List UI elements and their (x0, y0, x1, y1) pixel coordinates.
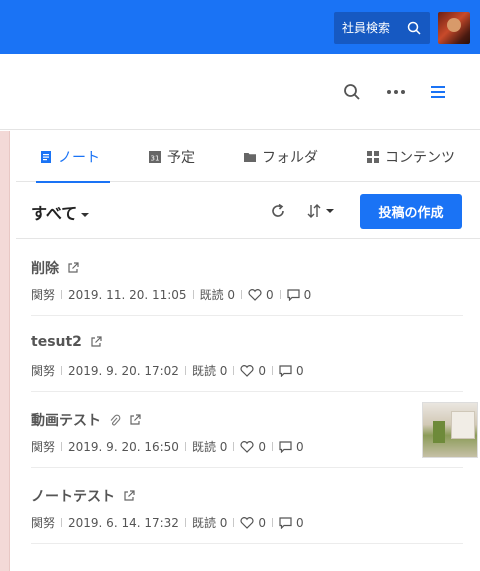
post-author: 関努 (31, 364, 56, 378)
post-title-text: 削除 (31, 261, 59, 277)
caret-down-icon (81, 212, 90, 217)
top-bar: 社員検索 (0, 0, 480, 54)
comment-icon (279, 364, 292, 377)
tab-note[interactable]: ノート (36, 131, 110, 183)
user-avatar[interactable] (438, 12, 470, 44)
main-content: ノート 31 予定 フォルダ コンテンツ すべて 投稿の作成 削除 関努 201… (16, 131, 480, 571)
refresh-icon[interactable] (269, 202, 287, 220)
comment-icon (279, 440, 292, 453)
post-title[interactable]: tesut2 (31, 334, 102, 350)
search-icon (407, 21, 421, 35)
tab-contents[interactable]: コンテンツ (367, 131, 455, 182)
post-meta: 関努 2019. 9. 20. 17:02 既読 0 0 0 (31, 362, 304, 379)
post-read-count: 既読 0 (191, 440, 228, 454)
create-post-button[interactable]: 投稿の作成 (360, 194, 462, 229)
search-button[interactable] (340, 80, 364, 104)
employee-search-label: 社員検索 (342, 21, 391, 35)
sort-icon (307, 204, 321, 218)
tab-bar: ノート 31 予定 フォルダ コンテンツ (16, 131, 480, 183)
comment-icon (287, 288, 300, 301)
heart-icon (240, 516, 254, 529)
caret-down-icon (326, 209, 334, 213)
heart-icon (248, 288, 262, 301)
post-read-count: 既読 0 (199, 288, 236, 302)
more-options-button[interactable] (384, 80, 408, 104)
post-author: 関努 (31, 516, 56, 530)
tab-label: コンテンツ (385, 149, 455, 166)
post-title[interactable]: ノートテスト (31, 486, 135, 506)
comment-count[interactable]: 0 (279, 364, 304, 378)
filter-dropdown[interactable]: すべて (31, 200, 90, 224)
calendar-icon: 31 (149, 150, 161, 163)
tab-label: 予定 (167, 149, 195, 166)
post-meta: 関努 2019. 9. 20. 16:50 既読 0 0 0 (31, 438, 304, 455)
post-date: 2019. 11. 20. 11:05 (68, 287, 187, 302)
employee-search-button[interactable]: 社員検索 (334, 12, 430, 44)
post-item[interactable]: 削除 関努 2019. 11. 20. 11:05 既読 0 0 0 (31, 240, 463, 316)
note-icon (41, 150, 51, 163)
post-meta: 関努 2019. 6. 14. 17:32 既読 0 0 0 (31, 514, 304, 531)
post-read-count: 既読 0 (191, 516, 228, 530)
post-title-text: 動画テスト (31, 413, 101, 429)
like-count[interactable]: 0 (240, 364, 266, 378)
post-title-text: tesut2 (31, 334, 82, 350)
grid-icon (367, 150, 379, 163)
hamburger-menu-icon (431, 86, 445, 98)
calendar-day: 31 (151, 154, 160, 162)
filter-label: すべて (31, 204, 78, 223)
comment-count[interactable]: 0 (279, 516, 304, 530)
post-date: 2019. 9. 20. 16:50 (68, 439, 179, 454)
folder-icon (244, 152, 256, 162)
paperclip-icon (110, 414, 121, 425)
post-thumbnail[interactable] (422, 402, 478, 458)
tab-folder[interactable]: フォルダ (244, 131, 318, 182)
search-icon (344, 84, 360, 100)
post-author: 関努 (31, 288, 56, 302)
secondary-header (0, 54, 480, 130)
comment-count[interactable]: 0 (287, 288, 311, 302)
external-link-icon[interactable] (129, 414, 141, 426)
heart-icon (240, 440, 254, 453)
post-read-count: 既読 0 (191, 364, 228, 378)
like-count[interactable]: 0 (240, 440, 266, 454)
more-horizontal-icon (387, 90, 405, 94)
post-title[interactable]: 削除 (31, 258, 79, 278)
side-panel-edge (0, 131, 10, 571)
post-item[interactable]: ノートテスト 関努 2019. 6. 14. 17:32 既読 0 0 0 (31, 468, 463, 544)
post-author: 関努 (31, 440, 56, 454)
external-link-icon[interactable] (123, 490, 135, 502)
external-link-icon[interactable] (67, 262, 79, 274)
comment-count[interactable]: 0 (279, 440, 304, 454)
tab-label: フォルダ (262, 149, 318, 166)
external-link-icon[interactable] (90, 336, 102, 348)
post-date: 2019. 9. 20. 17:02 (68, 363, 179, 378)
sort-dropdown[interactable] (306, 201, 334, 221)
tab-label: ノート (58, 149, 100, 166)
menu-button[interactable] (426, 80, 450, 104)
post-title[interactable]: 動画テスト (31, 410, 141, 430)
post-date: 2019. 6. 14. 17:32 (68, 515, 179, 530)
tab-schedule[interactable]: 31 予定 (149, 131, 195, 182)
post-item[interactable]: 動画テスト 関努 2019. 9. 20. 16:50 既読 0 0 0 (31, 392, 478, 468)
like-count[interactable]: 0 (240, 516, 266, 530)
like-count[interactable]: 0 (248, 288, 274, 302)
post-item[interactable]: tesut2 関努 2019. 9. 20. 17:02 既読 0 0 0 (31, 316, 463, 392)
post-meta: 関努 2019. 11. 20. 11:05 既読 0 0 0 (31, 286, 311, 303)
list-toolbar: すべて 投稿の作成 (16, 182, 480, 239)
post-title-text: ノートテスト (31, 489, 115, 505)
comment-icon (279, 516, 292, 529)
heart-icon (240, 364, 254, 377)
